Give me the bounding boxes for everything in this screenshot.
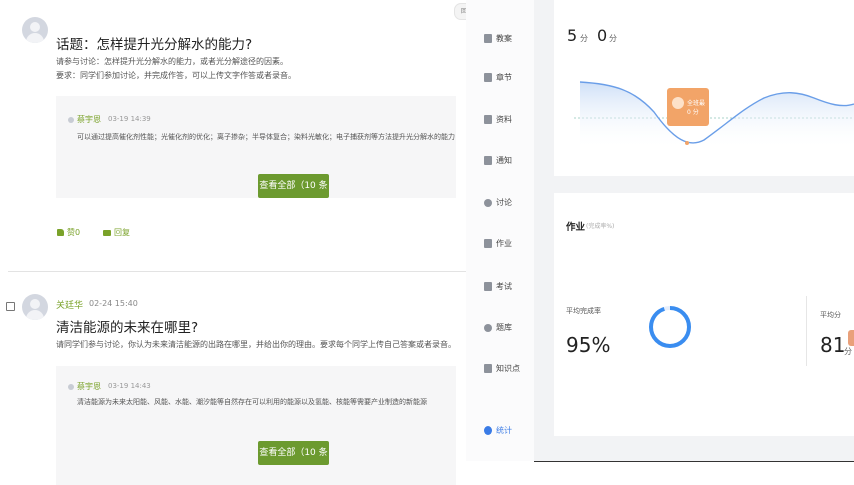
sidebar-item-label: 题库 bbox=[496, 323, 512, 332]
completion-ring-arc bbox=[649, 306, 691, 348]
post-select-checkbox[interactable] bbox=[6, 302, 15, 311]
tooltip-line: 全班最 bbox=[687, 100, 706, 107]
lesson-plan-icon bbox=[484, 34, 492, 43]
knowledge-point-icon bbox=[484, 364, 492, 373]
post-description-line: 要求：同学们参加讨论，并完成作答，可以上传文字作答或者录音。 bbox=[56, 71, 296, 80]
sidebar-item-label: 讨论 bbox=[496, 198, 512, 207]
completion-label: 平均完成率 bbox=[566, 307, 601, 315]
sidebar-item-exam[interactable]: 考试 bbox=[484, 281, 512, 292]
notice-icon bbox=[484, 156, 492, 165]
sidebar-item-question-bank[interactable]: 题库 bbox=[484, 322, 512, 333]
post-author[interactable]: 关廷华 bbox=[56, 298, 83, 311]
reply-text: 清洁能源为未来太阳能、风能、水能、潮汐能等自然存在可以利用的能源以及氢能、核能等… bbox=[77, 398, 427, 406]
sidebar-item-label: 通知 bbox=[496, 156, 512, 165]
question-bank-icon bbox=[484, 323, 492, 332]
sidebar-item-knowledge-point[interactable]: 知识点 bbox=[484, 363, 520, 374]
reply-author[interactable]: 蔡宇恩 bbox=[77, 381, 101, 392]
post-divider bbox=[8, 271, 466, 272]
wave-area bbox=[580, 82, 854, 150]
reply-time: 03-19 14:43 bbox=[108, 382, 151, 390]
average-value: 81 bbox=[820, 333, 846, 357]
reply-button[interactable]: 回复 bbox=[103, 227, 130, 238]
sidebar-item-materials[interactable]: 资料 bbox=[484, 114, 512, 125]
statistics-panel: 5 分 0 分 全班最 0 分 作业 (完成率%) 平均完成率 95% 平均分 … bbox=[534, 0, 854, 461]
homework-title: 作业 bbox=[566, 222, 586, 233]
like-count: 赞0 bbox=[67, 228, 81, 237]
sidebar-item-lesson-plan[interactable]: 教案 bbox=[484, 33, 512, 44]
chapter-icon bbox=[484, 73, 492, 82]
sidebar-item-homework[interactable]: 作业 bbox=[484, 238, 512, 249]
reply-box: 蔡宇恩 03-19 14:39 可以通过提高催化剂性能；光催化剂的优化；离子掺杂… bbox=[56, 96, 456, 198]
homework-icon bbox=[484, 239, 492, 248]
average-label: 平均分 bbox=[820, 311, 841, 319]
reply-avatar bbox=[68, 384, 74, 390]
sidebar-item-label: 章节 bbox=[496, 73, 512, 82]
sidebar-item-label: 考试 bbox=[496, 282, 512, 291]
homework-subtitle: (完成率%) bbox=[586, 223, 615, 230]
sidebar-item-label: 资料 bbox=[496, 115, 512, 124]
course-sidebar bbox=[466, 0, 534, 461]
sidebar-item-label: 统计 bbox=[496, 426, 512, 435]
thumbs-up-icon bbox=[57, 229, 64, 236]
completion-ring-chart bbox=[649, 306, 691, 348]
discussion-icon bbox=[484, 198, 492, 207]
sidebar-item-label: 知识点 bbox=[496, 364, 520, 373]
exam-icon bbox=[484, 282, 492, 291]
reply-box: 蔡宇恩 03-19 14:43 清洁能源为未来太阳能、风能、水能、潮汐能等自然存… bbox=[56, 366, 456, 485]
comment-icon bbox=[103, 229, 111, 236]
discussion-panel: 话题：怎样提升光分解水的能力? 请参与讨论：怎样提升光分解水的能力，或者光分解途… bbox=[0, 0, 466, 485]
score-tooltip: 全班最 0 分 bbox=[667, 88, 709, 126]
sidebar-item-statistics[interactable]: 统计 bbox=[484, 425, 512, 436]
sidebar-item-notice[interactable]: 通知 bbox=[484, 155, 512, 166]
sidebar-item-discussion[interactable]: 讨论 bbox=[484, 197, 512, 208]
reply-text: 可以通过提高催化剂性能；光催化剂的优化；离子掺杂；半导体复合；染料光敏化；电子捕… bbox=[77, 133, 455, 141]
sidebar-item-label: 作业 bbox=[496, 239, 512, 248]
reply-avatar bbox=[68, 117, 74, 123]
reply-author[interactable]: 蔡宇恩 bbox=[77, 114, 101, 125]
avatar bbox=[22, 17, 48, 43]
wave-marker bbox=[685, 141, 689, 145]
floating-tab[interactable] bbox=[848, 330, 854, 346]
stat-divider bbox=[806, 296, 807, 366]
view-all-button[interactable]: 查看全部（10 条 bbox=[258, 441, 329, 465]
post-description-line: 请参与讨论：怎样提升光分解水的能力，或者光分解途径的因素。 bbox=[56, 57, 288, 66]
average-unit: 分 bbox=[844, 347, 852, 356]
like-button[interactable]: 赞0 bbox=[57, 227, 80, 238]
post-title[interactable]: 清洁能源的未来在哪里? bbox=[56, 316, 198, 336]
materials-icon bbox=[484, 115, 492, 124]
reply-time: 03-19 14:39 bbox=[108, 115, 151, 123]
post-title[interactable]: 话题：怎样提升光分解水的能力? bbox=[56, 33, 252, 53]
avatar bbox=[22, 294, 48, 320]
post-description-line: 请同学们参与讨论，你认为未来清洁能源的出路在哪里，并给出你的理由。要求每个同学上… bbox=[56, 340, 456, 349]
tooltip-line: 0 分 bbox=[687, 109, 699, 116]
tooltip-avatar-icon bbox=[672, 97, 684, 109]
reply-label: 回复 bbox=[114, 228, 130, 237]
score-distribution-card: 5 分 0 分 全班最 0 分 bbox=[554, 0, 854, 176]
statistics-icon bbox=[484, 426, 492, 435]
view-all-button[interactable]: 查看全部（10 条 bbox=[258, 174, 329, 198]
sidebar-item-label: 教案 bbox=[496, 34, 512, 43]
completion-value: 95% bbox=[566, 333, 611, 357]
post-time: 02-24 15:40 bbox=[89, 299, 138, 308]
homework-card: 作业 (完成率%) 平均完成率 95% 平均分 81 分 bbox=[554, 193, 854, 436]
panel-bottom-border bbox=[534, 461, 854, 462]
sidebar-item-chapter[interactable]: 章节 bbox=[484, 72, 512, 83]
